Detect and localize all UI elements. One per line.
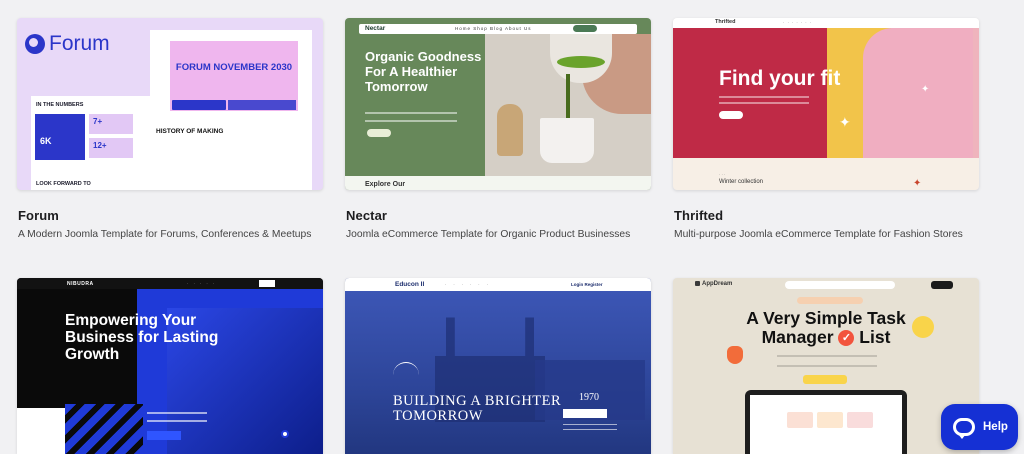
preview-nav-button — [259, 280, 275, 287]
waving-hand-icon — [727, 346, 743, 364]
preview-section-title: Winter collection — [719, 179, 764, 185]
preview-read-button — [367, 129, 391, 137]
help-button-label: Help — [983, 421, 1008, 433]
sparkle-icon: ✦ — [913, 178, 922, 189]
preview-headline-word: Manager — [761, 327, 834, 347]
preview-badge — [797, 297, 863, 304]
sparkle-icon: ✦ — [839, 114, 851, 130]
preview-since-box — [563, 409, 607, 418]
preview-subtext — [777, 355, 877, 367]
card-title[interactable]: Forum — [18, 208, 59, 223]
preview-nav: · · · · · — [187, 281, 217, 286]
template-preview-business[interactable]: NIBUDRA · · · · · Empowering Your Busine… — [17, 278, 323, 454]
preview-white-block — [17, 408, 65, 454]
preview-brand: NIBUDRA — [67, 281, 94, 287]
preview-topbar — [345, 278, 651, 291]
preview-nav: · · · · · · · — [783, 20, 812, 25]
preview-stat-b: 12+ — [89, 138, 133, 158]
preview-stat-cell — [817, 412, 843, 428]
preview-nav — [785, 281, 895, 289]
preview-stat-cell — [787, 412, 813, 428]
template-card-forum[interactable]: Forum FORUM NOVEMBER 2030 IN THE NUMBERS… — [17, 18, 323, 248]
template-card-thrifted[interactable]: Thrifted · · · · · · · ✦ ✦ Find your fit… — [673, 18, 979, 248]
preview-nav: Home Shop Blog About Us — [455, 26, 532, 31]
preview-headline: Find your fit — [719, 67, 841, 90]
preview-year: 1970 — [579, 392, 599, 403]
preview-since-block: 1970 — [563, 392, 623, 430]
preview-nav: · · · · · · — [445, 283, 491, 287]
preview-headline-line1: A Very Simple Task — [746, 308, 906, 328]
preview-brand: AppDream — [695, 281, 732, 287]
card-description: A Modern Joomla Template for Forums, Con… — [18, 229, 312, 240]
card-description: Multi-purpose Joomla eCommerce Template … — [674, 229, 963, 240]
preview-hero-bar — [228, 100, 296, 110]
preview-hero-button — [172, 100, 226, 110]
preview-topbar — [17, 278, 323, 289]
preview-matcha — [557, 56, 605, 68]
preview-headline: Organic Goodness For A Healthier Tomorro… — [365, 49, 482, 94]
preview-cta-button — [147, 431, 181, 440]
preview-stat-a: 7+ — [89, 114, 133, 134]
preview-look: LOOK FORWARD TO — [36, 181, 91, 187]
card-description: Joomla eCommerce Template for Organic Pr… — [346, 229, 631, 240]
template-card-business[interactable]: NIBUDRA · · · · · Empowering Your Busine… — [17, 278, 323, 454]
preview-cup — [540, 118, 594, 163]
preview-chat-dot — [281, 430, 289, 438]
preview-body-text — [147, 412, 207, 422]
preview-stat-main: 6K — [40, 136, 52, 146]
preview-footer: Explore Our — [345, 176, 651, 190]
preview-nav-button — [931, 281, 953, 289]
template-card-appdream[interactable]: AppDream A Very Simple Task Manager ✓ Li… — [673, 278, 979, 454]
preview-brand: Nectar — [365, 25, 386, 32]
preview-stat-box: 6K — [35, 114, 85, 160]
preview-brand: Thrifted — [715, 19, 736, 25]
preview-hero-title: FORUM NOVEMBER 2030 — [175, 62, 293, 73]
check-icon: ✓ — [838, 330, 855, 346]
forum-logo-icon — [25, 34, 45, 54]
template-card-education[interactable]: Educon II · · · · · · Login Register BUI… — [345, 278, 651, 454]
preview-history: HISTORY OF MAKING — [156, 128, 224, 135]
sunrise-icon — [393, 362, 419, 384]
template-card-nectar[interactable]: Nectar Home Shop Blog About Us Organic G… — [345, 18, 651, 248]
template-preview-nectar[interactable]: Nectar Home Shop Blog About Us Organic G… — [345, 18, 651, 190]
template-preview-forum[interactable]: Forum FORUM NOVEMBER 2030 IN THE NUMBERS… — [17, 18, 323, 190]
sparkle-icon: ✦ — [921, 84, 930, 95]
preview-small-text: · · · — [719, 172, 726, 177]
preview-red-block — [673, 28, 827, 158]
preview-nav-button — [573, 25, 597, 32]
preview-try-button — [803, 375, 847, 384]
chat-bubble-icon — [953, 418, 975, 439]
preview-subtext — [719, 96, 809, 104]
help-button[interactable]: Help — [941, 404, 1018, 450]
preview-stripes — [65, 404, 143, 454]
preview-whisk — [497, 104, 523, 156]
preview-stream — [566, 74, 570, 124]
forum-logo: Forum — [25, 32, 110, 56]
preview-brand: Educon II — [395, 281, 425, 288]
card-title[interactable]: Nectar — [346, 208, 387, 223]
preview-nav-right: Login Register — [571, 282, 603, 287]
template-preview-thrifted[interactable]: Thrifted · · · · · · · ✦ ✦ Find your fit… — [673, 18, 979, 190]
template-preview-appdream[interactable]: AppDream A Very Simple Task Manager ✓ Li… — [673, 278, 979, 454]
preview-body-text — [365, 112, 457, 122]
preview-since-text — [563, 424, 617, 430]
preview-headline-word: List — [859, 327, 891, 347]
preview-button — [719, 111, 743, 119]
preview-stat-cell — [847, 412, 873, 428]
preview-headline: Empowering Your Business for Lasting Gro… — [65, 312, 219, 363]
template-preview-education[interactable]: Educon II · · · · · · Login Register BUI… — [345, 278, 651, 454]
preview-footer-text: Explore Our — [365, 181, 406, 188]
preview-numbers-heading: IN THE NUMBERS — [36, 102, 84, 108]
preview-jacket — [863, 28, 973, 158]
emoji-icon — [912, 316, 934, 338]
card-title[interactable]: Thrifted — [674, 208, 723, 223]
forum-logo-text: Forum — [49, 32, 110, 55]
